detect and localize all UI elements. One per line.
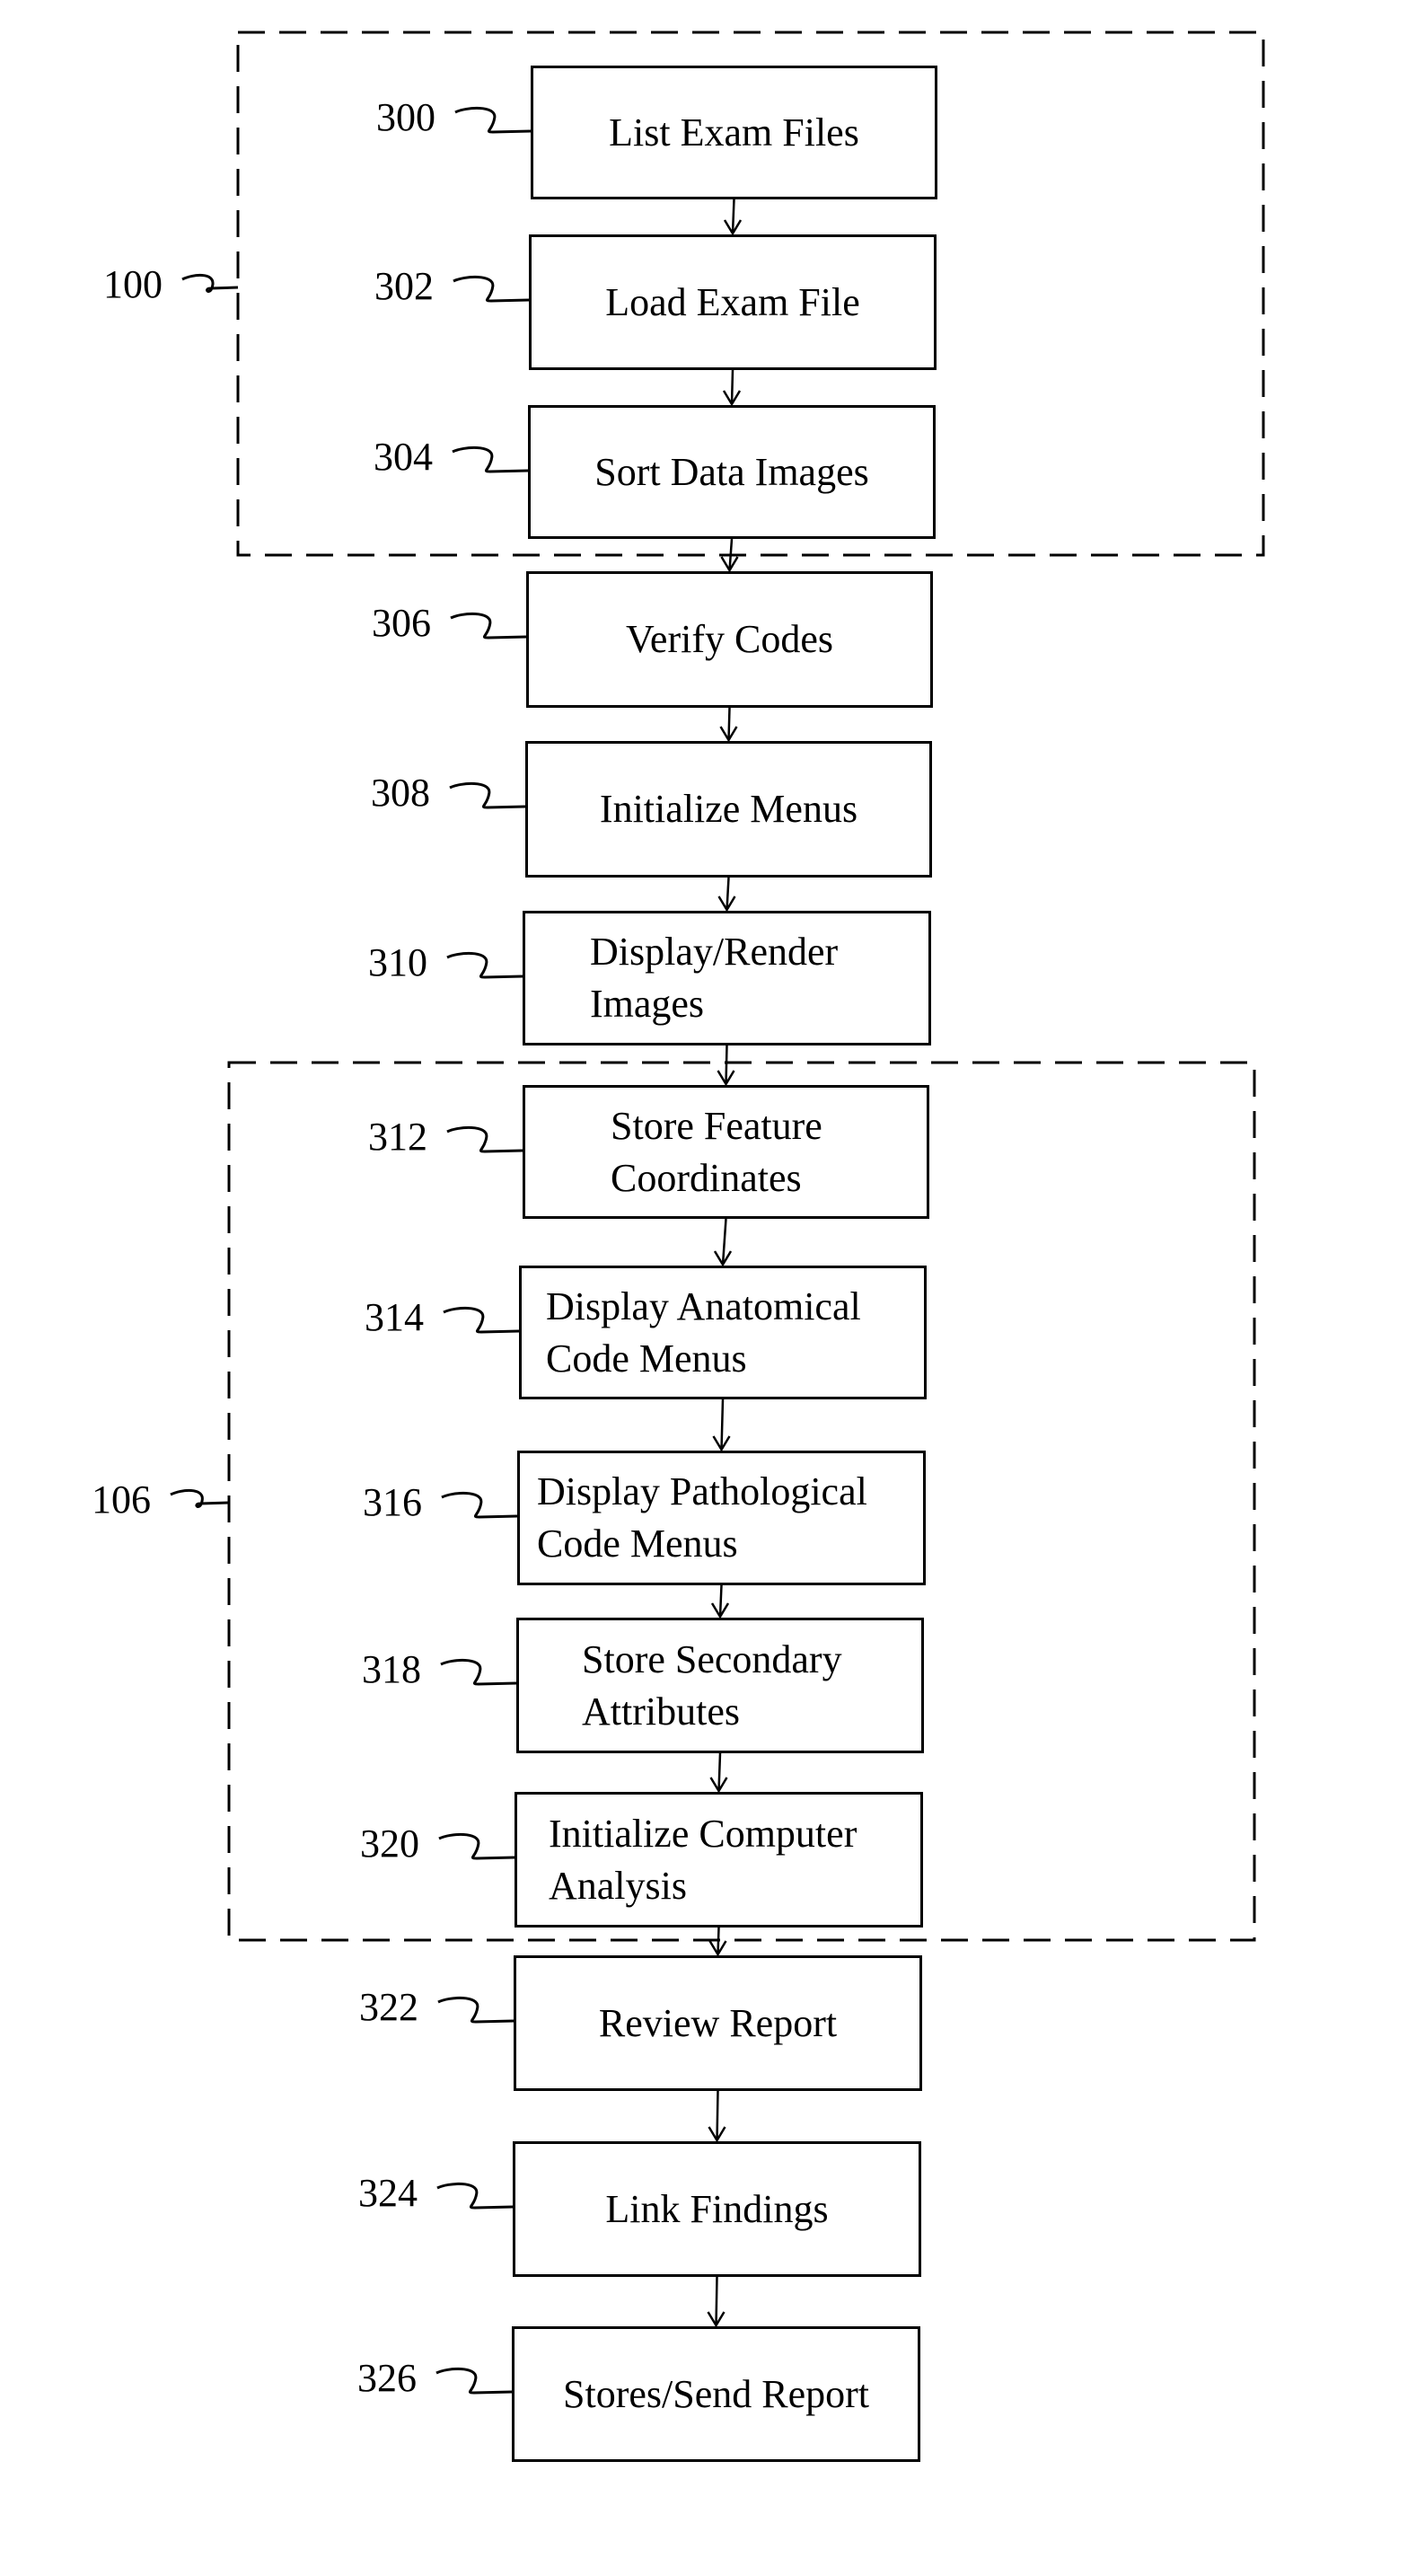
flow-arrow [707, 2276, 726, 2328]
flow-arrow [709, 1752, 728, 1794]
group-leader-line-106 [170, 1489, 230, 1508]
step-ref-label-302: 302 [374, 264, 434, 308]
step-leader-line-302 [453, 276, 530, 303]
process-step-322: Review Report [514, 1955, 922, 2091]
flow-arrow [710, 1584, 730, 1619]
arrow-shaft [717, 1752, 722, 1792]
arrow-shaft [727, 707, 731, 741]
step-label-line: Initialize Computer [549, 1811, 858, 1856]
process-step-302: Load Exam File [529, 234, 937, 370]
step-label-line: Store Feature [611, 1103, 822, 1148]
flow-arrow [713, 1218, 733, 1267]
flow-arrow [717, 1045, 735, 1087]
step-label-line: Initialize Menus [599, 787, 858, 831]
step-ref-label-326: 326 [357, 2356, 417, 2400]
step-ref-label-314: 314 [365, 1295, 424, 1339]
process-step-320: Initialize Computer Analysis [515, 1792, 923, 1928]
step-label-line: Display/Render [590, 930, 839, 974]
step-label-line: List Exam Files [609, 110, 859, 154]
flow-arrow [717, 877, 736, 913]
group-ref-label-106: 106 [92, 1478, 151, 1522]
step-leader-line-300 [454, 107, 532, 134]
step-leader-line-306 [450, 613, 527, 640]
flow-arrow [712, 1398, 731, 1452]
step-ref-label-300: 300 [376, 95, 435, 139]
arrow-shaft [730, 369, 734, 405]
step-label-line: Code Menus [546, 1336, 747, 1381]
step-leader-line-308 [449, 782, 526, 809]
process-step-312: Store Feature Coordinates [523, 1085, 929, 1219]
step-label-line: Analysis [549, 1863, 687, 1908]
process-step-300: List Exam Files [531, 66, 937, 199]
process-step-324: Link Findings [513, 2141, 921, 2277]
step-leader-line-310 [446, 952, 523, 979]
step-leader-line-316 [441, 1492, 518, 1519]
step-leader-line-312 [446, 1126, 523, 1153]
step-label-line: Verify Codes [626, 617, 833, 661]
arrow-shaft [726, 877, 730, 911]
step-label-line: Images [590, 982, 705, 1026]
flow-arrow [708, 2090, 726, 2143]
step-label-line: Store Secondary [582, 1636, 842, 1681]
step-label-line: Sort Data Images [594, 449, 869, 494]
process-step-308: Initialize Menus [525, 741, 932, 878]
step-label-line: Coordinates [611, 1155, 802, 1200]
step-label-line: Display Anatomical [546, 1284, 861, 1328]
arrow-shaft [720, 1398, 725, 1451]
group-ref-label-100: 100 [103, 262, 163, 306]
step-leader-line-324 [436, 2183, 514, 2210]
step-label-line: Stores/Send Report [563, 2371, 869, 2416]
step-ref-label-316: 316 [363, 1480, 422, 1524]
process-step-306: Verify Codes [526, 571, 933, 708]
process-step-310: Display/Render Images [523, 911, 931, 1045]
arrow-shaft [718, 1584, 723, 1618]
step-label-line: Code Menus [537, 1522, 738, 1566]
arrow-shaft [725, 1045, 728, 1085]
step-label-line: Load Exam File [605, 279, 860, 324]
arrow-shaft [717, 1927, 720, 1955]
step-ref-label-322: 322 [359, 1985, 418, 2029]
arrow-shaft [721, 1218, 727, 1266]
step-ref-label-310: 310 [368, 940, 427, 984]
step-leader-line-320 [438, 1833, 515, 1860]
step-leader-line-322 [437, 1997, 515, 2024]
flow-arrow [719, 707, 738, 743]
flow-arrow [722, 369, 742, 407]
process-step-316: Display Pathological Code Menus [517, 1451, 926, 1585]
group-leader-line-100 [181, 274, 239, 293]
step-ref-label-306: 306 [372, 601, 431, 645]
step-ref-label-324: 324 [358, 2171, 418, 2215]
step-label-line: Link Findings [605, 2186, 829, 2231]
step-leader-line-304 [452, 446, 529, 473]
step-ref-label-308: 308 [371, 771, 430, 815]
step-leader-line-326 [435, 2368, 513, 2395]
arrow-shaft [716, 2090, 719, 2141]
process-step-304: Sort Data Images [528, 405, 936, 539]
step-leader-line-314 [443, 1307, 520, 1334]
reference-leader-lines [170, 107, 532, 2395]
process-step-318: Store Secondary Attributes [516, 1618, 924, 1753]
step-ref-label-318: 318 [362, 1647, 421, 1691]
step-label-line: Display Pathological [537, 1469, 867, 1513]
process-step-314: Display Anatomical Code Menus [519, 1266, 927, 1399]
step-label-line: Attributes [582, 1689, 740, 1734]
step-ref-label-320: 320 [360, 1822, 419, 1866]
step-ref-label-304: 304 [374, 435, 433, 479]
process-step-326: Stores/Send Report [512, 2326, 920, 2462]
arrow-shaft [731, 198, 735, 234]
step-label-line: Review Report [598, 2000, 838, 2045]
flow-arrow [723, 198, 743, 236]
step-ref-label-312: 312 [368, 1115, 427, 1159]
step-leader-line-318 [440, 1659, 517, 1686]
